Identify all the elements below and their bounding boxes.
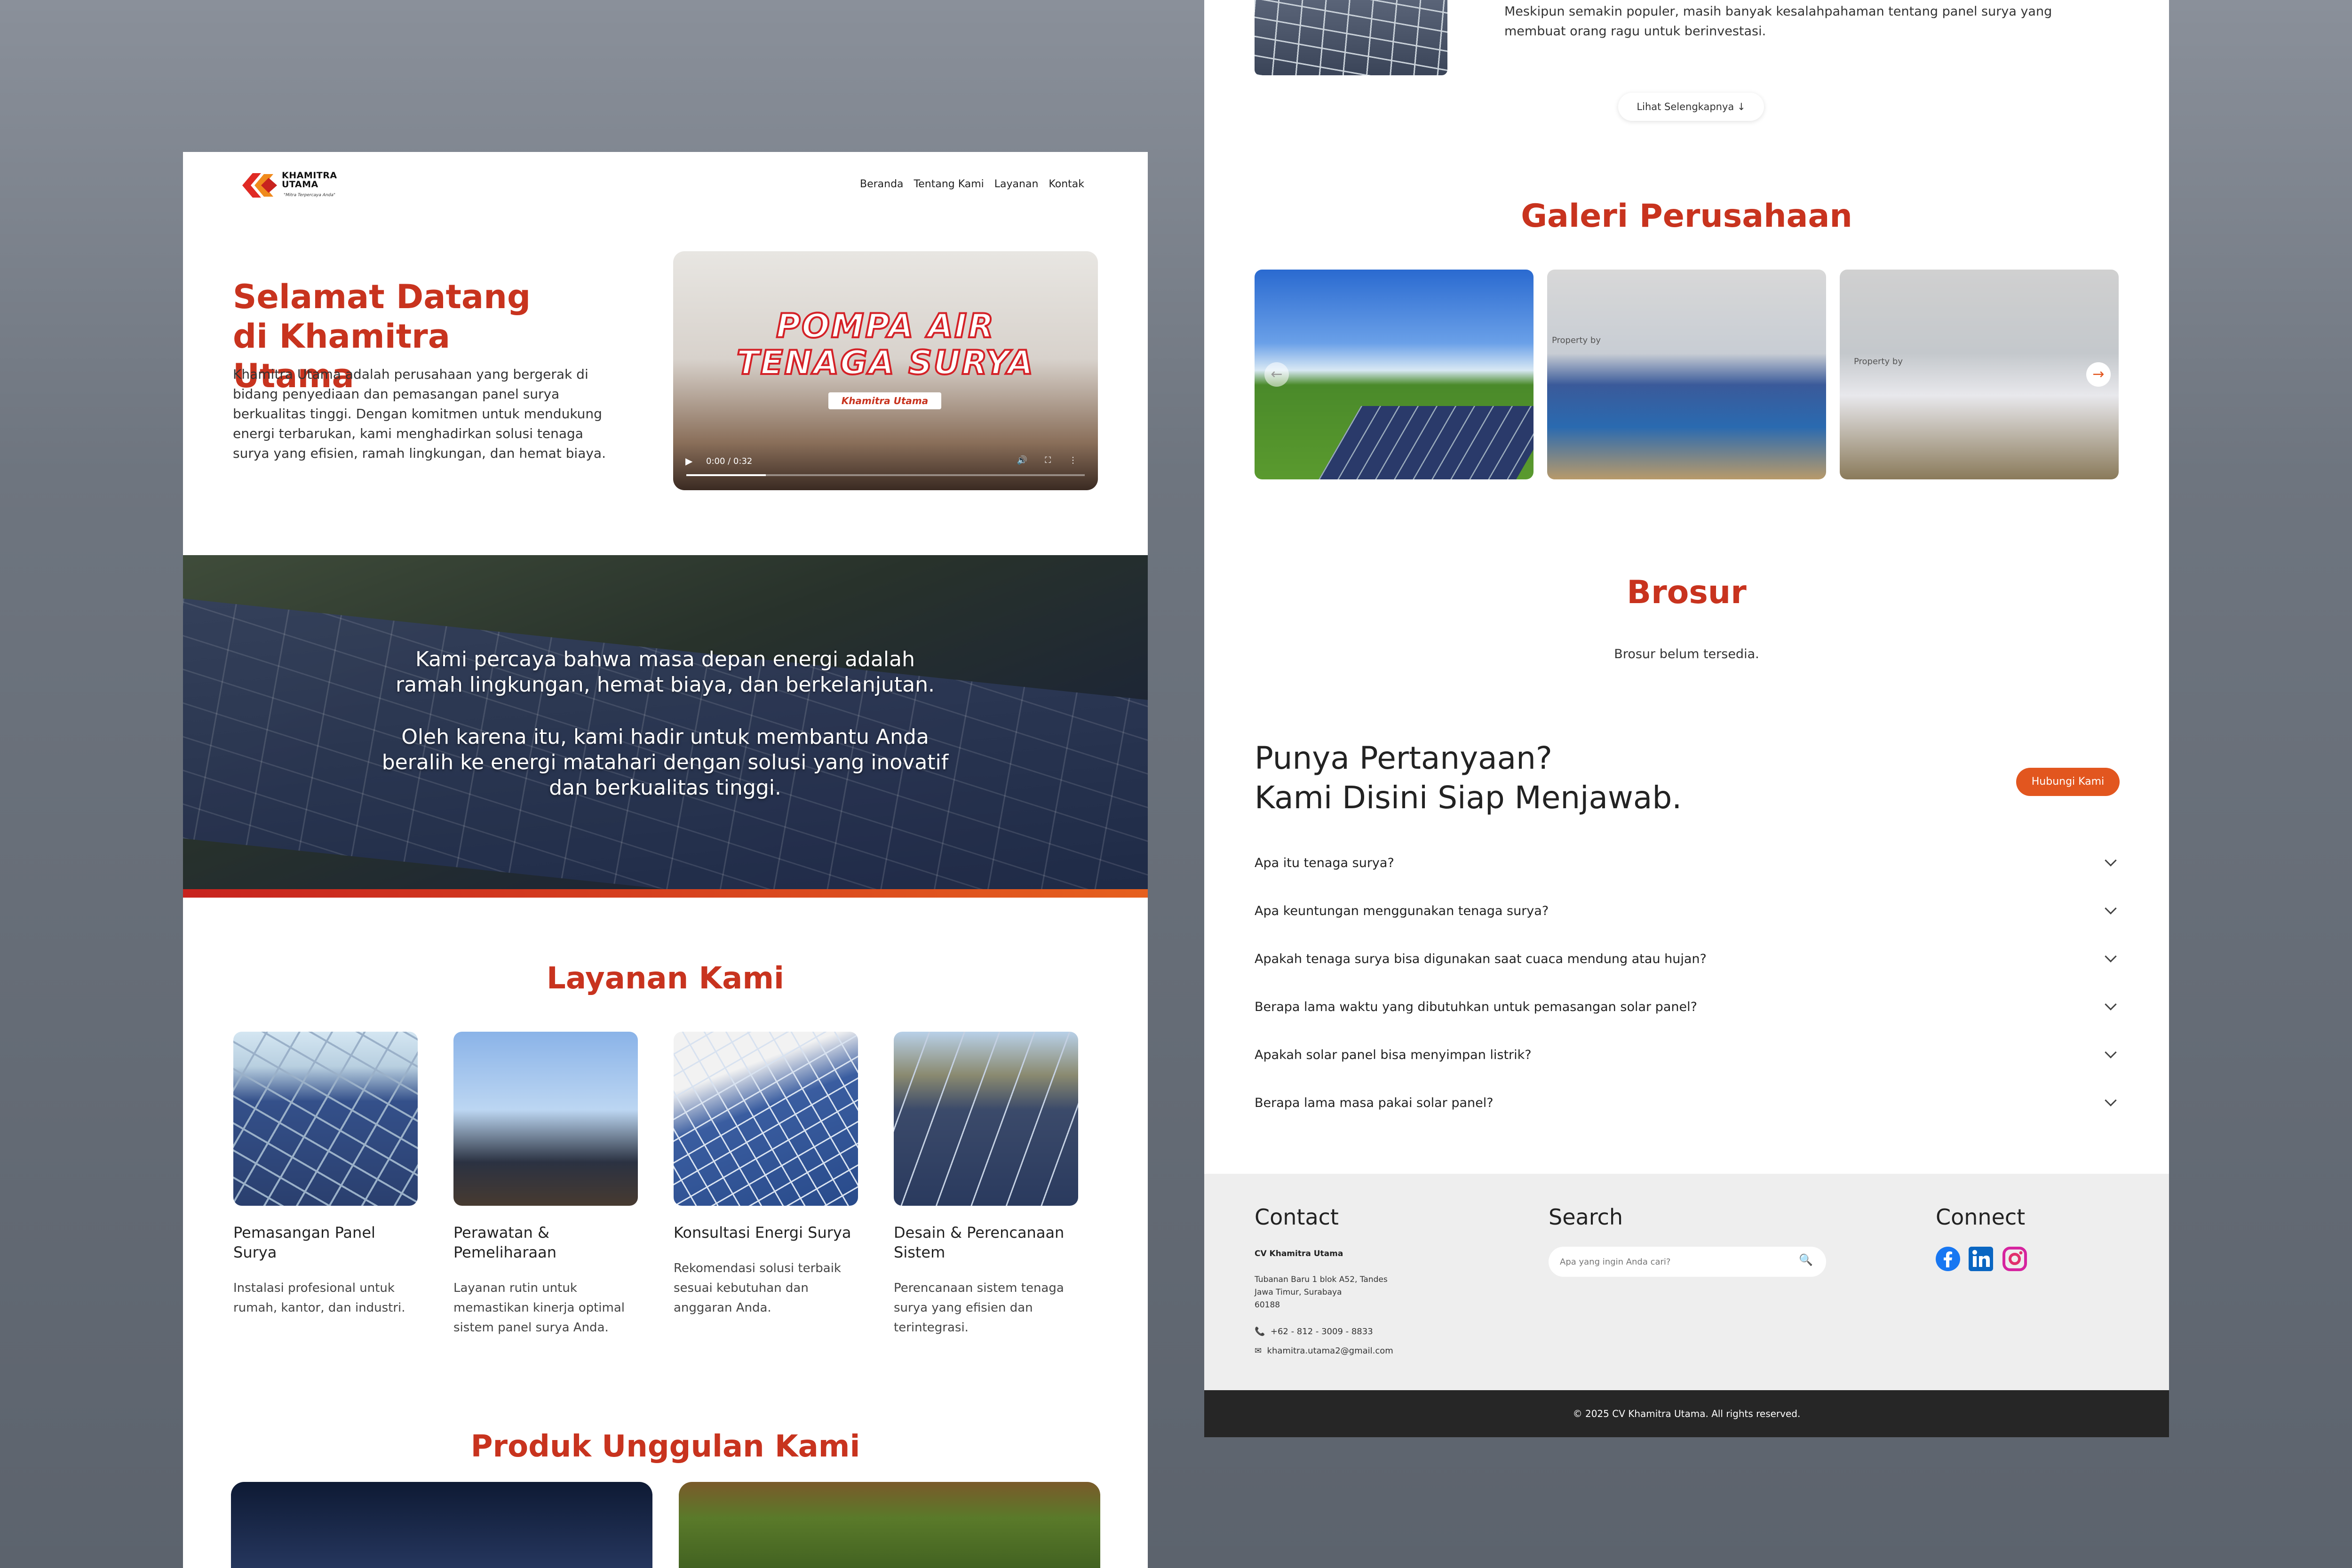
faq-heading: Punya Pertanyaan? Kami Disini Siap Menjaw…	[1255, 740, 1682, 816]
brand-logo[interactable]: KHAMITRA UTAMA "Mitra Terpercaya Anda"	[240, 168, 349, 206]
site-footer: Contact CV Khamitra Utama Tubanan Baru 1…	[1204, 1174, 2169, 1390]
hero-description: Khamitra Utama adalah perusahaan yang be…	[233, 366, 606, 461]
footer-email[interactable]: ✉ khamitra.utama2@gmail.com	[1255, 1346, 1393, 1356]
footer-address: Tubanan Baru 1 blok A52, Tandes Jawa Timu…	[1255, 1275, 1388, 1310]
gallery-watermark: Property by	[1552, 335, 1601, 345]
service-title: Desain & Perencanaan Sistem	[894, 1224, 1065, 1261]
service-title: Konsultasi Energi Surya	[674, 1224, 851, 1242]
mission-banner: Kami percaya bahwa masa depan energi ada…	[183, 555, 1148, 889]
video-controls: ▶ 0:00 / 0:32 🔊 ⛶ ⋮	[683, 452, 1089, 480]
mail-icon: ✉	[1255, 1346, 1262, 1356]
nav-beranda[interactable]: Beranda	[860, 178, 904, 190]
nav-layanan[interactable]: Layanan	[994, 178, 1039, 190]
products-title: Produk Unggulan Kami	[470, 1429, 860, 1464]
faq-item[interactable]: Apakah tenaga surya bisa digunakan saat …	[1255, 935, 2119, 983]
faq-item[interactable]: Berapa lama waktu yang dibutuhkan untuk …	[1255, 983, 2119, 1031]
facebook-icon[interactable]	[1936, 1247, 1960, 1271]
accent-divider	[183, 889, 1148, 898]
product-card-water-pump[interactable]	[679, 1482, 1100, 1568]
see-more-button[interactable]: Lihat Selengkapnya ↓	[1618, 93, 1764, 121]
footer-connect-heading: Connect	[1936, 1204, 2026, 1230]
video-progress-bar[interactable]	[686, 474, 1085, 476]
arrow-down-icon: ↓	[1737, 101, 1746, 112]
footer-search-box: 🔍	[1549, 1247, 1826, 1277]
more-options-icon[interactable]: ⋮	[1069, 455, 1077, 465]
fullscreen-icon[interactable]: ⛶	[1045, 455, 1051, 465]
gallery-image-2[interactable]: Property by	[1547, 270, 1826, 479]
volume-icon[interactable]: 🔊	[1017, 455, 1027, 465]
video-time: 0:00 / 0:32	[706, 456, 753, 466]
promo-video-player[interactable]: POMPA AIR TENAGA SURYA Khamitra Utama ▶ 0…	[673, 251, 1098, 490]
brochure-title: Brosur	[1627, 574, 1747, 611]
blog-thumbnail[interactable]	[1255, 0, 1447, 75]
contact-us-button[interactable]: Hubungi Kami	[2016, 768, 2120, 796]
phone-icon: 📞	[1255, 1327, 1265, 1337]
faq-question: Berapa lama waktu yang dibutuhkan untuk …	[1255, 999, 1697, 1014]
nav-kontak[interactable]: Kontak	[1049, 178, 1084, 190]
copyright-bar: © 2025 CV Khamitra Utama. All rights res…	[1204, 1390, 2169, 1437]
faq-item[interactable]: Berapa lama masa pakai solar panel?	[1255, 1079, 2119, 1127]
footer-contact-heading: Contact	[1255, 1204, 1339, 1230]
service-title: Perawatan & Pemeliharaan	[453, 1224, 557, 1261]
product-card-street-light[interactable]	[231, 1482, 652, 1568]
service-card-consultation[interactable]: Konsultasi Energi Surya Rekomendasi solu…	[674, 1032, 858, 1318]
faq-item[interactable]: Apa keuntungan menggunakan tenaga surya?	[1255, 887, 2119, 935]
brand-tagline: "Mitra Terpercaya Anda"	[284, 193, 335, 198]
service-description: Layanan rutin untuk memastikan kinerja o…	[453, 1281, 625, 1335]
solar-panel-shape	[1317, 406, 1534, 479]
homepage-top-panel: KHAMITRA UTAMA "Mitra Terpercaya Anda" Be…	[183, 152, 1148, 1568]
service-description: Instalasi profesional untuk rumah, kanto…	[233, 1281, 405, 1315]
play-icon[interactable]: ▶	[685, 455, 692, 467]
gallery-image-3[interactable]: Property by	[1840, 270, 2119, 479]
brand-name: KHAMITRA UTAMA	[282, 170, 337, 190]
service-card-design[interactable]: Desain & Perencanaan Sistem Perencanaan …	[894, 1032, 1078, 1337]
faq-question: Apa itu tenaga surya?	[1255, 855, 1394, 870]
search-input[interactable]	[1560, 1252, 1786, 1271]
footer-search-heading: Search	[1549, 1204, 1623, 1230]
service-description: Rekomendasi solusi terbaik sesuai kebutu…	[674, 1261, 841, 1315]
gallery-image-1[interactable]	[1255, 270, 1534, 479]
mission-text-2: Oleh karena itu, kami hadir untuk memban…	[381, 725, 949, 800]
brochure-empty-message: Brosur belum tersedia.	[1614, 647, 1759, 661]
footer-phone[interactable]: 📞 +62 - 812 - 3009 - 8833	[1255, 1327, 1373, 1337]
service-image	[233, 1032, 418, 1206]
chevron-down-icon	[2105, 902, 2117, 915]
service-description: Perencanaan sistem tenaga surya yang efi…	[894, 1281, 1064, 1335]
service-image	[674, 1032, 858, 1206]
chevron-down-icon	[2105, 1046, 2117, 1059]
video-subtitle: Khamitra Utama	[828, 392, 941, 409]
services-title: Layanan Kami	[547, 961, 784, 996]
gallery-title: Galeri Perusahaan	[1521, 198, 1852, 235]
service-card-maintenance[interactable]: Perawatan & Pemeliharaan Layanan rutin u…	[453, 1032, 638, 1337]
service-image	[453, 1032, 638, 1206]
service-title: Pemasangan Panel Surya	[233, 1224, 375, 1261]
homepage-bottom-panel: Meskipun semakin populer, masih banyak k…	[1204, 0, 2169, 1437]
blog-excerpt: Meskipun semakin populer, masih banyak k…	[1504, 4, 2052, 39]
gallery-prev-arrow-icon[interactable]: ←	[1264, 362, 1289, 387]
faq-question: Apakah tenaga surya bisa digunakan saat …	[1255, 951, 1707, 966]
chevron-down-icon	[2105, 950, 2117, 963]
service-card-installation[interactable]: Pemasangan Panel Surya Instalasi profesi…	[233, 1032, 418, 1318]
faq-question: Berapa lama masa pakai solar panel?	[1255, 1095, 1494, 1110]
video-title: POMPA AIR TENAGA SURYA	[736, 307, 1035, 382]
video-progress-fill	[686, 474, 766, 476]
faq-question: Apa keuntungan menggunakan tenaga surya?	[1255, 903, 1549, 918]
gallery-next-arrow-icon[interactable]: →	[2086, 362, 2111, 387]
gallery-watermark: Property by	[1854, 357, 1903, 366]
nav-tentang-kami[interactable]: Tentang Kami	[914, 178, 984, 190]
faq-item[interactable]: Apa itu tenaga surya?	[1255, 839, 2119, 887]
footer-company-name: CV Khamitra Utama	[1255, 1249, 1343, 1258]
main-nav: Beranda Tentang Kami Layanan Kontak	[860, 178, 1084, 190]
chevron-down-icon	[2105, 1094, 2117, 1106]
linkedin-icon[interactable]	[1969, 1247, 1993, 1271]
chevron-down-icon	[2105, 998, 2117, 1011]
mission-text-1: Kami percaya bahwa masa depan energi ada…	[396, 647, 935, 697]
chevron-down-icon	[2105, 854, 2117, 867]
faq-item[interactable]: Apakah solar panel bisa menyimpan listri…	[1255, 1031, 2119, 1079]
faq-question: Apakah solar panel bisa menyimpan listri…	[1255, 1047, 1532, 1062]
instagram-icon[interactable]	[2002, 1247, 2027, 1271]
service-image	[894, 1032, 1078, 1206]
logo-mark-icon	[242, 173, 277, 198]
search-icon[interactable]: 🔍	[1799, 1253, 1813, 1266]
